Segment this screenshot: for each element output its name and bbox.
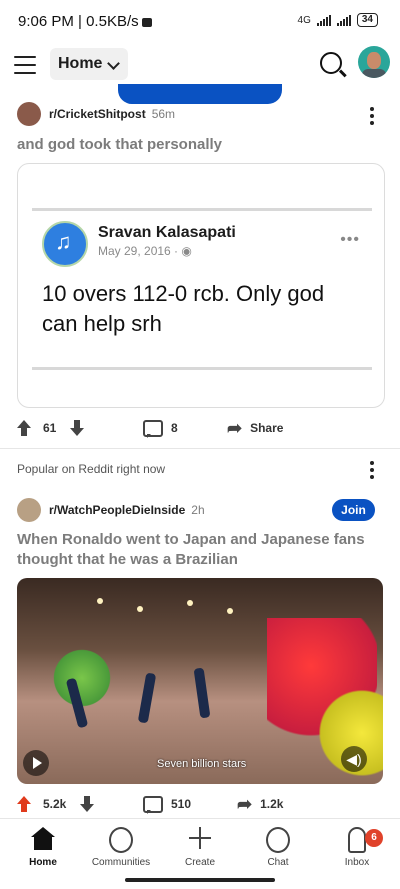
upvote-icon[interactable]	[17, 420, 31, 436]
post2-comment-count: 510	[171, 797, 192, 811]
inbox-badge: 6	[365, 829, 383, 847]
menu-icon[interactable]	[14, 56, 36, 74]
feed-selector-dropdown[interactable]: Home	[50, 48, 128, 80]
nav-inbox-label: Inbox	[344, 857, 370, 868]
status-time-text: 9:06 PM | 0.5KB/s	[18, 13, 139, 30]
status-icons: 4G 34	[298, 13, 378, 27]
nav-home[interactable]: Home	[3, 827, 83, 868]
nav-home-label: Home	[29, 857, 57, 868]
section-label: Popular on Reddit right now	[17, 462, 166, 476]
subreddit-name[interactable]: r/WatchPeopleDieInside	[49, 503, 185, 517]
join-button[interactable]: Join	[332, 499, 375, 521]
embed-text: 10 overs 112-0 rcb. Only god can help sr…	[42, 281, 325, 336]
post2-comments-button[interactable]: 510	[143, 792, 191, 816]
communities-icon	[109, 827, 133, 853]
globe-icon: ◉	[181, 244, 192, 258]
post2-vote-group: 5.2k	[17, 792, 95, 816]
post2-share-count: 1.2k	[260, 797, 284, 811]
embed-author: Sravan Kalasapati	[98, 224, 236, 241]
post2-title[interactable]: When Ronaldo went to Japan and Japanese …	[17, 530, 367, 570]
post1-vote-group: 61	[17, 416, 85, 440]
upvote-icon[interactable]	[17, 796, 31, 812]
post1-actions: 61 8 ➦ Share	[17, 416, 387, 440]
embed-more-icon: •••	[340, 231, 360, 248]
nav-create-label: Create	[184, 857, 215, 868]
volume-icon[interactable]: ◀)	[341, 746, 367, 772]
battery-icon: 34	[356, 13, 378, 27]
video-scene	[137, 606, 143, 612]
embed-date: May 29, 2016 · ◉	[98, 244, 192, 258]
music-note-icon	[42, 221, 88, 267]
post2-vote-count: 5.2k	[43, 797, 67, 811]
share-icon: ➦	[237, 794, 253, 814]
plus-icon	[189, 827, 211, 853]
status-bar: 9:06 PM | 0.5KB/s 4G 34	[0, 0, 400, 44]
search-icon[interactable]	[320, 52, 342, 74]
chat-icon	[266, 827, 290, 853]
avatar-shirt	[362, 69, 386, 78]
signal-icon-2	[336, 14, 351, 26]
nav-inbox[interactable]: Inbox 6	[317, 827, 397, 868]
post-age: 56m	[151, 107, 176, 121]
bell-icon	[348, 827, 366, 853]
video-scene	[97, 598, 103, 604]
embed-date-text: May 29, 2016 ·	[98, 244, 179, 258]
share-label: Share	[250, 421, 284, 435]
nav-communities[interactable]: Communities	[81, 827, 161, 868]
embedded-facebook-post: Sravan Kalasapati May 29, 2016 · ◉ ••• 1…	[32, 208, 372, 370]
post1-comment-count: 8	[171, 421, 178, 435]
post2-video[interactable]: Seven billion stars ◀)	[17, 578, 383, 784]
video-caption: Seven billion stars	[157, 758, 247, 770]
nav-chat[interactable]: Chat	[238, 827, 318, 868]
post1-share-button[interactable]: ➦ Share	[227, 416, 283, 440]
post2-share-button[interactable]: ➦ 1.2k	[237, 792, 283, 816]
post1-header: r/CricketShitpost 56m	[17, 102, 175, 126]
downvote-icon[interactable]	[80, 796, 95, 812]
section-more-icon[interactable]	[370, 461, 374, 482]
post2-actions: 5.2k 510 ➦ 1.2k	[17, 792, 387, 816]
video-scene	[193, 667, 211, 719]
subreddit-name[interactable]: r/CricketShitpost	[49, 107, 146, 121]
post1-comments-button[interactable]: 8	[143, 416, 178, 440]
gesture-bar[interactable]	[125, 878, 275, 882]
video-scene	[47, 648, 117, 708]
post1-title[interactable]: and god took that personally	[17, 135, 377, 155]
divider	[0, 448, 400, 449]
nav-chat-label: Chat	[267, 857, 289, 868]
post1-image-embed[interactable]: Sravan Kalasapati May 29, 2016 · ◉ ••• 1…	[17, 163, 385, 408]
post2-header: r/WatchPeopleDieInside 2h	[17, 498, 205, 522]
signal-icon	[316, 14, 331, 26]
play-icon[interactable]	[23, 750, 49, 776]
subreddit-icon[interactable]	[17, 498, 41, 522]
nav-communities-label: Communities	[91, 857, 151, 868]
avatar-face	[367, 52, 381, 69]
status-time: 9:06 PM | 0.5KB/s	[18, 13, 152, 30]
downvote-icon[interactable]	[70, 420, 85, 436]
share-icon: ➦	[227, 418, 243, 438]
camera-icon	[141, 17, 152, 27]
post1-more-icon[interactable]	[370, 107, 374, 128]
video-scene	[137, 672, 157, 724]
comment-icon	[143, 795, 163, 814]
feed-selector-label: Home	[58, 55, 103, 72]
comment-icon	[143, 419, 163, 438]
network-type-icon: 4G	[297, 14, 311, 26]
home-icon	[31, 827, 55, 853]
user-avatar[interactable]	[358, 46, 390, 78]
new-posts-pill[interactable]	[118, 84, 282, 104]
chevron-down-icon	[107, 57, 120, 70]
video-scene	[187, 600, 193, 606]
video-scene	[227, 608, 233, 614]
post1-vote-count: 61	[43, 421, 57, 435]
nav-create[interactable]: Create	[160, 827, 240, 868]
post-age: 2h	[191, 503, 205, 517]
subreddit-icon[interactable]	[17, 102, 41, 126]
